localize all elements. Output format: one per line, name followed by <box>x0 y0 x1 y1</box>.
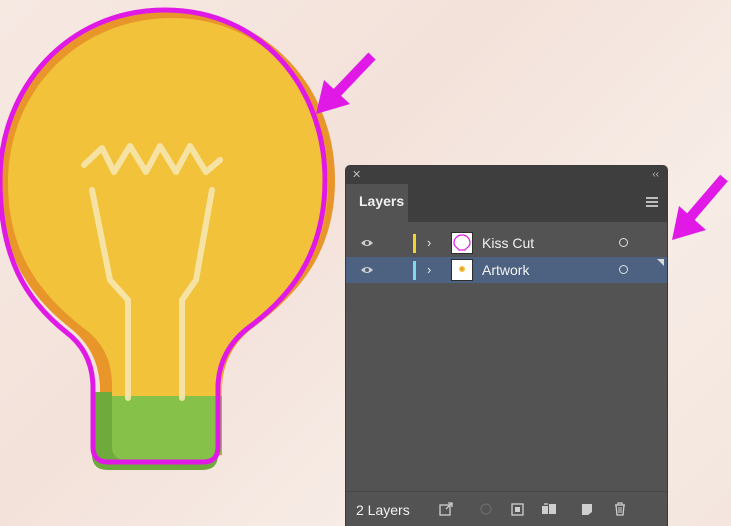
target-circle-icon[interactable] <box>619 265 628 274</box>
panel-menu-icon[interactable] <box>646 197 658 207</box>
layer-name[interactable]: Kiss Cut <box>482 233 534 253</box>
collect-export-icon[interactable] <box>438 501 454 517</box>
layer-color-indicator <box>413 234 416 253</box>
annotation-arrow-panel <box>672 174 728 240</box>
close-icon[interactable]: ✕ <box>352 167 361 183</box>
create-sublayer-icon[interactable] <box>510 501 526 517</box>
layer-name[interactable]: Artwork <box>482 260 529 280</box>
panel-titlebar[interactable]: ✕ ‹‹ <box>346 166 667 184</box>
eye-icon[interactable] <box>360 237 374 249</box>
make-clipping-mask-icon[interactable] <box>479 501 495 517</box>
layer-row-kiss-cut[interactable]: › Kiss Cut <box>346 230 667 256</box>
layer-count: 2 Layers <box>356 502 410 518</box>
collapse-icon[interactable]: ‹‹ <box>652 167 659 183</box>
bulb-base-shape <box>112 396 222 460</box>
layer-thumbnail <box>451 259 473 281</box>
chevron-right-icon[interactable]: › <box>427 260 431 280</box>
panel-tab-row: Layers <box>346 184 667 222</box>
annotation-arrow-bulb <box>316 52 376 114</box>
layer-color-indicator <box>413 261 416 280</box>
new-layer-icon[interactable] <box>579 501 595 517</box>
tab-layers[interactable]: Layers <box>346 184 408 222</box>
panel-footer: 2 Layers <box>346 491 667 526</box>
layers-panel: ✕ ‹‹ Layers › Kiss Cut › Artwork 2 Layer… <box>346 166 667 526</box>
layer-row-artwork[interactable]: › Artwork <box>346 257 667 283</box>
bulb-glass-shape <box>8 18 328 398</box>
create-new-layer-icon[interactable] <box>541 501 557 517</box>
target-circle-icon[interactable] <box>619 238 628 247</box>
eye-icon[interactable] <box>360 264 374 276</box>
selection-corner-indicator <box>657 259 664 266</box>
layer-thumbnail <box>451 232 473 254</box>
chevron-right-icon[interactable]: › <box>427 233 431 253</box>
delete-icon[interactable] <box>612 501 628 517</box>
